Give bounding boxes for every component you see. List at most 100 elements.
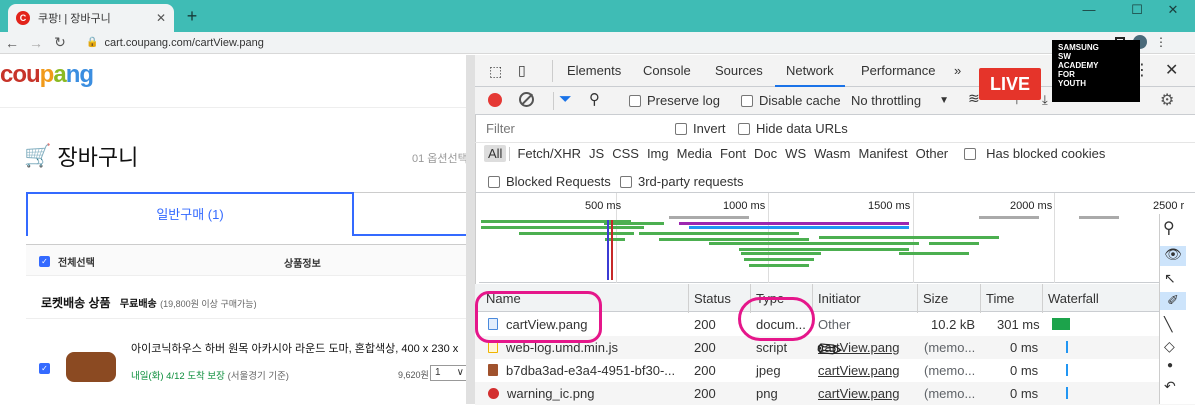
undo-icon[interactable]: ↶ (1164, 378, 1176, 395)
disable-cache-checkbox[interactable]: Disable cache (741, 93, 841, 108)
browser-menu-icon[interactable]: ⋮ (1155, 35, 1167, 49)
checkbox[interactable] (629, 94, 641, 107)
wifi-icon[interactable]: ≋ (968, 90, 980, 107)
close-icon[interactable]: ✕ (156, 11, 166, 25)
page-scrollbar[interactable] (466, 55, 475, 404)
col-waterfall[interactable]: Waterfall (1048, 291, 1099, 306)
checkbox[interactable] (738, 122, 750, 135)
col-status[interactable]: Status (694, 291, 731, 306)
type-filter-wasm[interactable]: Wasm (810, 146, 854, 161)
checkbox[interactable] (488, 175, 500, 188)
col-initiator[interactable]: Initiator (818, 291, 861, 306)
select-all[interactable]: ✓ 전체선택 (39, 254, 95, 269)
type-filter-ws[interactable]: WS (781, 146, 810, 161)
request-status: 200 (694, 340, 716, 355)
logo-line: SAMSUNG (1058, 43, 1099, 52)
type-filter-doc[interactable]: Doc (750, 146, 781, 161)
lock-icon[interactable]: 🔒 (86, 37, 98, 48)
eye-icon[interactable]: 👁 (1160, 246, 1186, 266)
invert-checkbox[interactable]: Invert (675, 121, 726, 136)
throttling-select[interactable]: No throttling ▼ (851, 93, 949, 108)
reload-icon[interactable]: ↻ (48, 34, 72, 51)
minimize-icon[interactable]: — (1076, 2, 1102, 22)
forward-icon[interactable]: → (24, 35, 48, 51)
inspect-icon[interactable]: ⬚ (489, 63, 502, 80)
toolbar-divider (552, 60, 553, 82)
tab-general-purchase[interactable]: 일반구매 (1) (26, 192, 354, 236)
settings-gear-icon[interactable]: ⚙ (1160, 90, 1174, 110)
table-row[interactable]: warning_ic.png 200 png cartView.pang (me… (475, 382, 1195, 405)
url-field[interactable]: cart.coupang.com/cartView.pang (104, 37, 263, 49)
type-filter-js[interactable]: JS (585, 146, 608, 161)
export-icon[interactable]: ⤓ (1042, 92, 1048, 108)
type-filter-manifest[interactable]: Manifest (854, 146, 911, 161)
checkbox[interactable] (741, 94, 753, 107)
new-tab-button[interactable]: + (182, 6, 202, 26)
record-icon[interactable] (488, 93, 502, 107)
cursor-icon[interactable]: ↖ (1164, 270, 1176, 287)
type-filter-other[interactable]: Other (912, 146, 953, 161)
clear-icon[interactable] (519, 92, 534, 107)
timeline-tick: 500 ms (585, 200, 622, 212)
tab-performance[interactable]: Performance (861, 63, 935, 78)
coupang-logo[interactable]: coupang (0, 61, 94, 89)
col-size[interactable]: Size (923, 291, 948, 306)
item-checkbox[interactable]: ✓ (39, 363, 50, 374)
waterfall-bar (1052, 318, 1070, 330)
device-toggle-icon[interactable]: ▯ (518, 62, 526, 79)
eraser-icon[interactable]: ◇ (1164, 338, 1175, 355)
waterfall-bar (1066, 341, 1068, 353)
devtools-close-icon[interactable]: ✕ (1165, 60, 1178, 80)
more-tabs-button[interactable]: » (954, 63, 961, 78)
hide-data-urls-checkbox[interactable]: Hide data URLs (738, 121, 848, 136)
tab-other[interactable] (354, 192, 468, 236)
has-blocked-cookies-checkbox[interactable]: Has blocked cookies (960, 146, 1113, 161)
line-tool-icon[interactable]: ╲ (1164, 316, 1172, 333)
hide-data-urls-label: Hide data URLs (756, 121, 848, 136)
filter-icon[interactable]: ⏷ (559, 91, 572, 109)
toolbar-divider (553, 92, 554, 110)
type-filter-media[interactable]: Media (673, 146, 716, 161)
checkbox[interactable] (964, 147, 977, 160)
browser-tab[interactable]: C 쿠팡! | 장바구니 ✕ (8, 4, 174, 32)
product-thumbnail[interactable] (66, 352, 116, 382)
col-time[interactable]: Time (986, 291, 1014, 306)
checkbox-checked-icon[interactable]: ✓ (39, 256, 50, 267)
type-filter-img[interactable]: Img (643, 146, 673, 161)
type-filter-all[interactable]: All (484, 145, 507, 162)
checkbox[interactable] (675, 122, 687, 135)
type-filter-css[interactable]: CSS (608, 146, 643, 161)
checkbox[interactable] (620, 175, 632, 188)
tab-sources[interactable]: Sources (715, 63, 763, 78)
maximize-icon[interactable]: ☐ (1124, 2, 1150, 22)
item-name[interactable]: 아이코닉하우스 하버 원목 아카시아 라운드 도마, 혼합색상, 400 x 2… (131, 340, 458, 356)
blocked-requests-checkbox[interactable]: Blocked Requests (488, 174, 611, 189)
logo-part: ng (65, 61, 94, 88)
filter-input[interactable]: Filter (482, 119, 662, 139)
request-status: 200 (694, 317, 716, 332)
pen-tool-icon[interactable]: ✐ (1160, 292, 1186, 310)
waterfall-bar (1066, 387, 1068, 399)
type-filter-font[interactable]: Font (716, 146, 750, 161)
tab-elements[interactable]: Elements (567, 63, 621, 78)
third-party-checkbox[interactable]: 3rd-party requests (620, 174, 744, 189)
tab-network[interactable]: Network (786, 63, 834, 78)
preserve-log-checkbox[interactable]: Preserve log (629, 93, 720, 108)
window-close-icon[interactable]: ✕ (1160, 2, 1186, 22)
delivery-note: (서울경기 기준) (227, 371, 289, 382)
pin-icon[interactable]: ⚲ (1163, 218, 1175, 238)
dot-size-icon[interactable]: ● (1167, 360, 1173, 371)
rocket-label: 로켓배송 상품 (41, 296, 111, 310)
product-info-header: 상품정보 (284, 259, 321, 270)
quantity-value: 1 (435, 367, 441, 378)
invert-label: Invert (693, 121, 726, 136)
type-filter-fetch[interactable]: Fetch/XHR (513, 146, 585, 161)
quantity-select[interactable]: 1 ∨ (430, 365, 468, 381)
back-icon[interactable]: ← (0, 35, 24, 51)
logo-part: p (39, 61, 55, 88)
tab-console[interactable]: Console (643, 63, 691, 78)
select-all-label: 전체선택 (58, 258, 95, 269)
search-icon[interactable]: ⚲ (589, 90, 600, 108)
request-initiator[interactable]: cartView.pang (818, 386, 899, 401)
chevron-down-icon: ▼ (939, 95, 949, 106)
